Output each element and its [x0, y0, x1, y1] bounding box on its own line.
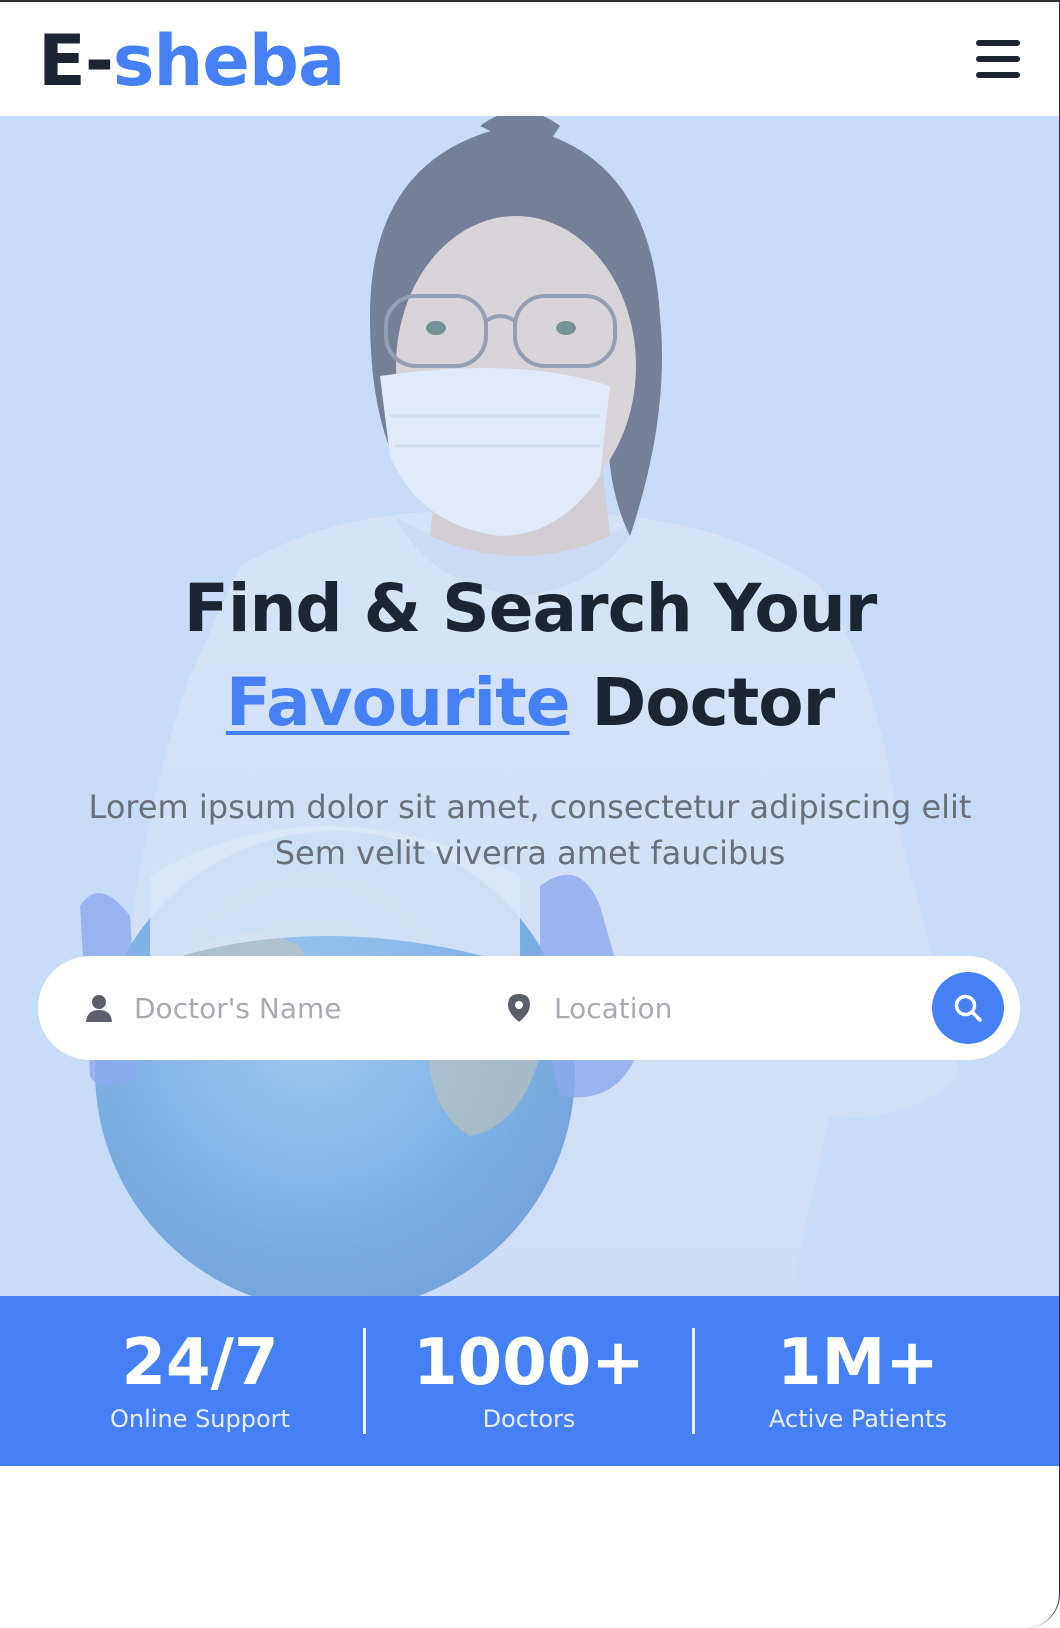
logo-prefix: E-: [38, 20, 114, 102]
search-button[interactable]: [932, 972, 1004, 1044]
stats-bar: 24/7 Online Support 1000+ Doctors 1M+ Ac…: [0, 1296, 1059, 1466]
stat-label: Doctors: [482, 1405, 576, 1433]
doctor-name-field: [84, 956, 484, 1060]
stat-value: 1M+: [777, 1326, 939, 1400]
location-field: [504, 956, 904, 1060]
hero-section: Find & Search Your Favourite Doctor Lore…: [0, 116, 1059, 1296]
stat-label: Online Support: [110, 1405, 290, 1433]
location-pin-icon: [508, 994, 530, 1022]
hero-subtitle-line2: Sem velit viverra amet faucibus: [274, 834, 786, 872]
hero-title-highlight[interactable]: Favourite: [226, 664, 571, 741]
hero-title: Find & Search Your Favourite Doctor: [0, 562, 1059, 750]
app-frame: E-sheba Find & Search Your Favourite Doc…: [0, 0, 1060, 1628]
logo-name: sheba: [112, 20, 345, 102]
stat-value: 1000+: [413, 1326, 645, 1400]
stat-doctors: 1000+ Doctors: [364, 1296, 694, 1466]
top-header: E-sheba: [0, 4, 1059, 116]
doctor-search-bar: [38, 956, 1020, 1060]
stat-label: Active Patients: [769, 1405, 947, 1433]
location-input[interactable]: [554, 991, 874, 1025]
user-icon: [86, 995, 112, 1022]
hero-subtitle: Lorem ipsum dolor sit amet, consectetur …: [60, 784, 1000, 876]
stat-online-support: 24/7 Online Support: [35, 1296, 365, 1466]
hero-title-line2: Favourite Doctor: [0, 656, 1059, 750]
doctor-name-input[interactable]: [134, 991, 454, 1025]
stat-value: 24/7: [121, 1326, 279, 1400]
site-logo[interactable]: E-sheba: [38, 18, 345, 104]
hero-title-line1: Find & Search Your: [183, 570, 878, 647]
hamburger-menu-icon[interactable]: [976, 40, 1020, 80]
hero-subtitle-line1: Lorem ipsum dolor sit amet, consectetur …: [88, 788, 972, 826]
hero-title-rest: Doctor: [591, 664, 835, 741]
stat-active-patients: 1M+ Active Patients: [693, 1296, 1023, 1466]
search-icon: [954, 994, 982, 1022]
